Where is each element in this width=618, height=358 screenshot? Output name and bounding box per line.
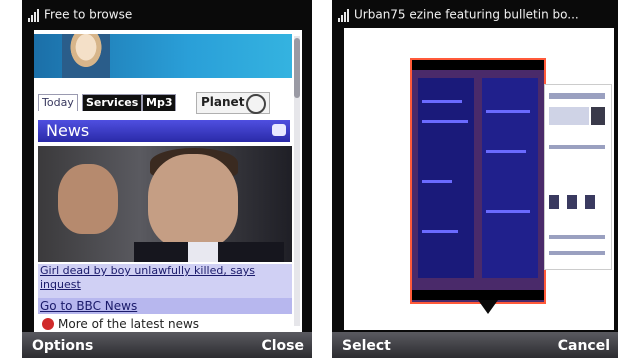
page-thumbnail-selected[interactable] (410, 58, 546, 304)
softkey-bar: Options Close (22, 332, 312, 358)
menu-icon[interactable] (272, 124, 286, 136)
phone-screen-browser: Free to browse Today Services Mp3 Planet… (22, 0, 312, 358)
headline-row: Girl dead by boy unlawfully killed, says… (38, 264, 292, 298)
softkey-bar: Select Cancel (332, 332, 618, 358)
scrollbar-thumb[interactable] (294, 38, 300, 98)
more-news-link[interactable]: More of the latest news (58, 317, 199, 331)
status-bar: Free to browse (22, 0, 312, 28)
close-softkey[interactable]: Close (261, 338, 304, 354)
news-photo[interactable] (38, 146, 292, 262)
news-section-header: News (38, 120, 290, 142)
phone-screen-page-switcher: Urban75 ezine featuring bulletin bo... S… (332, 0, 618, 358)
scroll-down-arrow-icon[interactable] (478, 300, 498, 314)
bbc-news-row: Go to BBC News (38, 298, 292, 314)
select-softkey[interactable]: Select (342, 338, 391, 354)
tab-bar: Today Services Mp3 Planet (38, 92, 290, 114)
status-bar: Urban75 ezine featuring bulletin bo... (332, 0, 618, 28)
page-switcher (344, 28, 614, 330)
scrollbar[interactable] (294, 36, 300, 326)
window-title: Urban75 ezine featuring bulletin bo... (354, 7, 579, 22)
cancel-softkey[interactable]: Cancel (558, 338, 610, 354)
headline-link[interactable]: Girl dead by boy unlawfully killed, says… (40, 264, 290, 292)
tab-services[interactable]: Services (82, 94, 143, 111)
more-news-row[interactable]: More of the latest news (38, 316, 292, 332)
section-title: News (46, 121, 90, 140)
promo-image (62, 34, 110, 78)
options-softkey[interactable]: Options (32, 338, 93, 354)
window-title: Free to browse (44, 7, 133, 22)
bullet-icon (42, 318, 54, 330)
page-thumbnail[interactable] (544, 84, 612, 270)
planet-logo-icon (246, 94, 266, 114)
signal-icon (338, 8, 350, 22)
web-page[interactable]: Today Services Mp3 Planet News Girl dead… (34, 30, 302, 332)
tab-today[interactable]: Today (38, 94, 78, 111)
signal-icon (28, 8, 40, 22)
tab-planet-label: Planet (201, 95, 245, 109)
promo-banner[interactable] (34, 34, 292, 78)
tab-mp3[interactable]: Mp3 (142, 94, 177, 111)
tab-planet[interactable]: Planet (196, 92, 270, 114)
bbc-news-link[interactable]: Go to BBC News (40, 299, 137, 313)
